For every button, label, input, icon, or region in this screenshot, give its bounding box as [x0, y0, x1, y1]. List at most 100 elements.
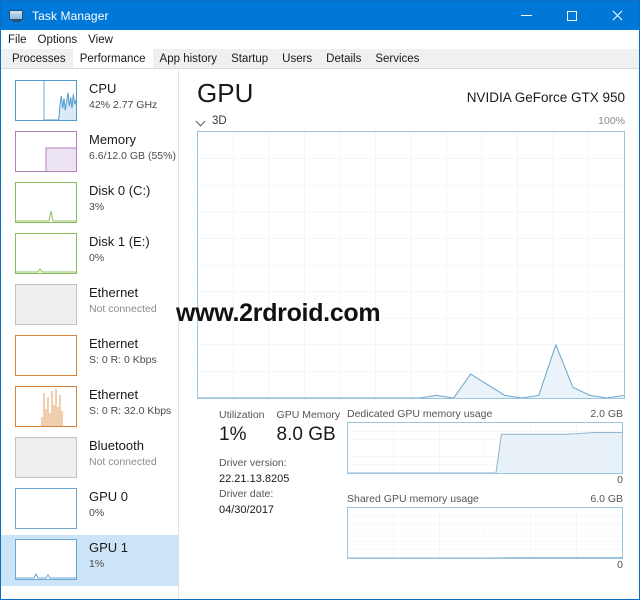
sidebar-item-text: Memory 6.6/12.0 GB (55%) — [89, 131, 176, 163]
shared-memory-label: Shared GPU memory usage — [347, 493, 479, 505]
sidebar-item-text: CPU 42% 2.77 GHz — [89, 80, 157, 112]
maximize-button[interactable] — [549, 1, 594, 30]
sidebar-thumbnail-chart — [15, 488, 77, 529]
sidebar-item-detail: 0% — [89, 507, 105, 519]
dedicated-memory-chart — [347, 422, 623, 474]
pane-header: GPU NVIDIA GeForce GTX 950 — [197, 78, 625, 108]
sidebar-item-memory[interactable]: Memory 6.6/12.0 GB (55%) — [1, 127, 178, 178]
minimize-icon — [521, 15, 532, 16]
sidebar-item-label: Ethernet — [89, 336, 139, 351]
sidebar-item-text: GPU 0 0% — [89, 488, 128, 520]
sidebar-item-ethernet[interactable]: Ethernet S: 0 R: 0 Kbps — [1, 331, 178, 382]
utilization-value: 1% — [219, 424, 247, 445]
menu-item-view[interactable]: View — [88, 33, 120, 47]
sidebar-item-detail: 0% — [89, 252, 105, 264]
gpu-stats-left: Utilization 1% GPU Memory 8.0 GB Driver … — [197, 408, 347, 578]
tab-processes[interactable]: Processes — [5, 49, 73, 68]
sidebar-item-text: Ethernet S: 0 R: 0 Kbps — [89, 335, 157, 367]
sidebar-item-label: Ethernet — [89, 387, 139, 402]
sidebar-item-gpu-0[interactable]: GPU 0 0% — [1, 484, 178, 535]
sidebar-item-detail: 42% 2.77 GHz — [89, 99, 158, 111]
sidebar-item-detail: 1% — [89, 558, 105, 570]
close-button[interactable] — [594, 1, 639, 30]
sidebar-item-label: CPU — [89, 81, 117, 96]
sidebar-item-disk-0-c[interactable]: Disk 0 (C:) 3% — [1, 178, 178, 229]
content-area: CPU 42% 2.77 GHz Memory 6.6/12.0 GB (55%) Di… — [1, 70, 639, 599]
gpu-device-name: NVIDIA GeForce GTX 950 — [466, 90, 625, 105]
sidebar-item-label: GPU 0 — [89, 489, 129, 504]
gpu-detail-pane: GPU NVIDIA GeForce GTX 950 3D 100% Utili… — [179, 70, 639, 599]
page-title: GPU — [197, 78, 254, 108]
shared-memory-header: Shared GPU memory usage 6.0 GB — [347, 493, 623, 505]
tab-strip: Processes Performance App history Startu… — [1, 49, 639, 69]
gpu-memory-value: 8.0 GB — [276, 424, 336, 445]
sidebar-thumbnail-chart — [15, 233, 77, 274]
utilization-stat: Utilization 1% — [219, 408, 265, 448]
driver-date-value: 04/30/2017 — [219, 504, 275, 516]
sidebar-item-label: Disk 1 (E:) — [89, 234, 150, 249]
engine-max-label: 100% — [598, 115, 625, 127]
sidebar-item-label: Disk 0 (C:) — [89, 183, 151, 198]
menu-item-options[interactable]: Options — [38, 33, 85, 47]
window-controls — [504, 1, 639, 30]
sidebar-item-cpu[interactable]: CPU 42% 2.77 GHz — [1, 76, 178, 127]
minimize-button[interactable] — [504, 1, 549, 30]
sidebar-item-detail: Not connected — [89, 456, 157, 468]
menu-bar: File Options View — [1, 30, 639, 49]
utilization-label: Utilization — [219, 409, 265, 421]
sidebar-item-gpu-1[interactable]: GPU 1 1% — [1, 535, 178, 586]
engine-selector[interactable]: 3D — [197, 115, 227, 127]
gpu-memory-label: GPU Memory — [276, 409, 341, 421]
sidebar-item-detail: S: 0 R: 32.0 Kbps — [89, 405, 172, 417]
sidebar-thumbnail-chart — [15, 131, 77, 172]
sidebar-thumbnail-chart — [15, 539, 77, 580]
dedicated-memory-block: Dedicated GPU memory usage 2.0 GB 0 — [347, 408, 623, 487]
driver-info: Driver version: 22.21.13.8205 Driver dat… — [219, 456, 347, 518]
primary-stats: Utilization 1% GPU Memory 8.0 GB — [219, 408, 347, 448]
sidebar-item-label: Memory — [89, 132, 136, 147]
shared-memory-min: 0 — [617, 559, 623, 571]
sidebar-item-text: Disk 1 (E:) 0% — [89, 233, 150, 265]
sidebar-item-ethernet[interactable]: Ethernet Not connected — [1, 280, 178, 331]
sidebar-item-detail: S: 0 R: 0 Kbps — [89, 354, 157, 366]
chevron-down-icon — [197, 117, 206, 126]
close-icon — [611, 10, 622, 21]
gpu-stats: Utilization 1% GPU Memory 8.0 GB Driver … — [197, 408, 625, 578]
tab-performance[interactable]: Performance — [72, 49, 153, 68]
shared-memory-footer: 0 — [347, 559, 623, 572]
maximize-icon — [566, 10, 577, 21]
resource-sidebar[interactable]: CPU 42% 2.77 GHz Memory 6.6/12.0 GB (55%) Di… — [1, 70, 179, 599]
tab-services[interactable]: Services — [368, 49, 426, 68]
sidebar-item-text: Ethernet S: 0 R: 32.0 Kbps — [89, 386, 171, 418]
sidebar-item-bluetooth[interactable]: Bluetooth Not connected — [1, 433, 178, 484]
sidebar-thumbnail-chart — [15, 437, 77, 478]
dedicated-memory-header: Dedicated GPU memory usage 2.0 GB — [347, 408, 623, 420]
task-manager-icon — [9, 8, 25, 24]
dedicated-memory-plot — [348, 423, 622, 473]
tab-details[interactable]: Details — [319, 49, 368, 68]
sidebar-thumbnail-chart — [15, 80, 77, 121]
menu-item-file[interactable]: File — [8, 33, 34, 47]
tab-users[interactable]: Users — [275, 49, 319, 68]
shared-memory-block: Shared GPU memory usage 6.0 GB 0 — [347, 493, 623, 572]
dedicated-memory-footer: 0 — [347, 474, 623, 487]
driver-version-value: 22.21.13.8205 — [219, 473, 290, 485]
sidebar-thumbnail-chart — [15, 386, 77, 427]
sidebar-item-label: GPU 1 — [89, 540, 129, 555]
shared-memory-max: 6.0 GB — [590, 493, 623, 505]
engine-row: 3D 100% — [197, 115, 625, 127]
sidebar-item-ethernet[interactable]: Ethernet S: 0 R: 32.0 Kbps — [1, 382, 178, 433]
sidebar-item-disk-1-e[interactable]: Disk 1 (E:) 0% — [1, 229, 178, 280]
gpu-memory-charts: Dedicated GPU memory usage 2.0 GB 0 Shar… — [347, 408, 625, 578]
sidebar-item-text: Bluetooth Not connected — [89, 437, 157, 469]
tab-app-history[interactable]: App history — [153, 49, 225, 68]
gpu-memory-stat: GPU Memory 8.0 GB — [277, 408, 341, 448]
tab-startup[interactable]: Startup — [224, 49, 275, 68]
window-title: Task Manager — [32, 8, 109, 23]
sidebar-item-text: Disk 0 (C:) 3% — [89, 182, 150, 214]
dedicated-memory-min: 0 — [617, 474, 623, 486]
sidebar-item-text: GPU 1 1% — [89, 539, 128, 571]
driver-date-label: Driver date: — [219, 488, 274, 500]
task-manager-window: Task Manager File Options View Processes… — [0, 0, 640, 600]
sidebar-item-text: Ethernet Not connected — [89, 284, 157, 316]
